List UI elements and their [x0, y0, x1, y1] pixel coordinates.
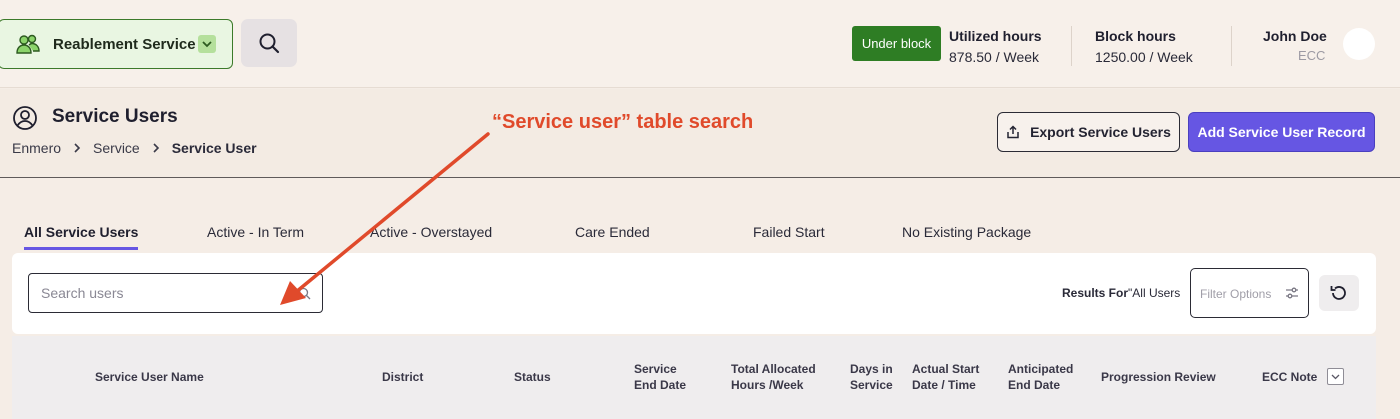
sliders-icon — [1286, 287, 1298, 299]
column-header[interactable]: Progression Review — [1101, 369, 1216, 385]
tab-care-ended[interactable]: Care Ended — [575, 224, 650, 240]
column-header[interactable]: Anticipated End Date — [1008, 361, 1073, 393]
divider — [1231, 26, 1232, 66]
breadcrumb: Enmero Service Service User — [12, 140, 257, 156]
block-hours-label: Block hours — [1095, 28, 1176, 44]
chevron-down-icon[interactable] — [198, 35, 216, 53]
service-selector[interactable]: Reablement Service — [0, 19, 233, 69]
column-header[interactable]: Actual Start Date / Time — [912, 361, 979, 393]
chevron-right-icon — [74, 143, 81, 153]
export-icon — [1007, 125, 1019, 139]
results-value: "All Users — [1128, 286, 1181, 300]
filter-options-placeholder: Filter Options — [1200, 287, 1272, 301]
tab-active-overstayed[interactable]: Active - Overstayed — [370, 224, 492, 240]
results-for-label: Results For"All Users — [1062, 286, 1180, 300]
column-header[interactable]: Service User Name — [95, 369, 204, 385]
column-header[interactable]: Total Allocated Hours /Week — [731, 361, 816, 393]
column-header[interactable]: ECC Note — [1262, 369, 1317, 385]
results-prefix: Results For — [1062, 286, 1129, 300]
search-icon — [298, 287, 311, 300]
column-header[interactable]: Status — [514, 369, 551, 385]
column-toggle-dropdown[interactable] — [1327, 368, 1344, 385]
tab-all-service-users[interactable]: All Service Users — [24, 224, 138, 240]
avatar[interactable] — [1343, 28, 1375, 60]
column-header[interactable]: District — [382, 369, 423, 385]
tab-active-in-term[interactable]: Active - In Term — [207, 224, 304, 240]
refresh-icon — [1330, 286, 1346, 300]
reset-filters-button[interactable] — [1319, 275, 1359, 311]
global-search-button[interactable] — [241, 19, 297, 67]
export-service-users-button[interactable]: Export Service Users — [997, 112, 1180, 152]
filter-options-button[interactable]: Filter Options — [1190, 268, 1309, 318]
user-circle-icon — [13, 106, 37, 130]
page-title: Service Users — [52, 106, 178, 127]
annotation-label: “Service user” table search — [492, 111, 754, 133]
column-header[interactable]: Service End Date — [634, 361, 686, 393]
utilized-hours-value: 878.50 / Week — [949, 49, 1040, 65]
top-bar: Reablement Service Under block Utilized … — [0, 0, 1400, 88]
people-icon — [16, 34, 40, 54]
block-hours-value: 1250.00 / Week — [1095, 49, 1193, 65]
tab-no-existing-package[interactable]: No Existing Package — [902, 224, 1031, 240]
column-header[interactable]: Days in Service — [850, 361, 893, 393]
search-icon — [259, 33, 280, 54]
service-selector-label: Reablement Service — [53, 36, 196, 53]
utilized-hours: Utilized hours 878.50 / Week — [949, 28, 1042, 65]
chevron-right-icon — [153, 143, 159, 153]
search-input[interactable] — [28, 273, 323, 313]
block-status-badge: Under block — [852, 26, 941, 61]
breadcrumb-item-service[interactable]: Service — [93, 140, 140, 156]
user-name[interactable]: John Doe — [1263, 28, 1327, 44]
breadcrumb-item-enmero[interactable]: Enmero — [12, 140, 61, 156]
tab-failed-start[interactable]: Failed Start — [753, 224, 825, 240]
export-button-label: Export Service Users — [1030, 124, 1171, 140]
active-tab-indicator — [24, 247, 138, 250]
block-hours: Block hours 1250.00 / Week — [1095, 28, 1193, 65]
divider — [1071, 26, 1072, 66]
page-header: Service Users Enmero Service Service Use… — [0, 89, 1400, 178]
breadcrumb-item-current: Service User — [171, 140, 257, 156]
user-org: ECC — [1298, 48, 1326, 63]
utilized-hours-label: Utilized hours — [949, 28, 1042, 44]
add-service-user-button[interactable]: Add Service User Record — [1188, 112, 1375, 152]
chevron-down-icon — [1331, 374, 1340, 379]
